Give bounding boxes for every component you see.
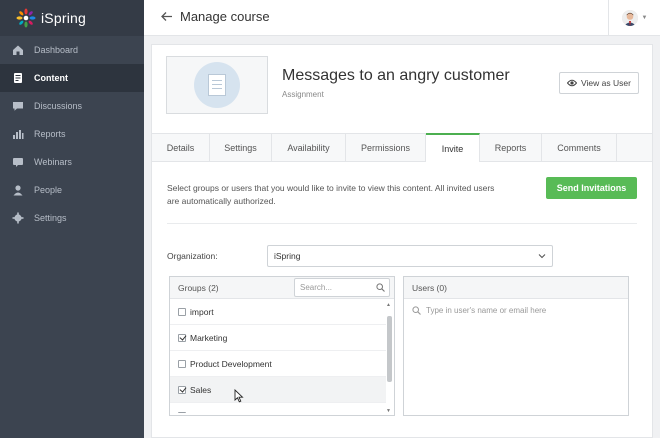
groups-panel: Groups (2) Search... import Marketing Prod… [169,276,395,416]
tab-details[interactable]: Details [152,134,210,162]
tab-permissions[interactable]: Permissions [346,134,426,162]
scroll-thumb[interactable] [387,316,392,382]
back-arrow-icon[interactable] [160,10,174,24]
group-checkbox[interactable] [178,359,186,368]
sidebar-item-label: Webinars [34,157,72,167]
groups-header: Groups (2) Search... [170,277,394,299]
send-invitations-button[interactable]: Send Invitations [546,177,637,199]
invite-description: Select groups or users that you would li… [167,183,495,206]
avatar [621,10,638,26]
content-card: Messages to an angry customer Assignment… [151,44,653,438]
app-logo[interactable]: iSpring [0,0,144,36]
divider [167,223,637,224]
mouse-cursor-icon [234,389,244,403]
scroll-down-icon[interactable]: ▼ [386,408,391,414]
group-checkbox[interactable] [178,307,186,316]
tab-bar: Details Settings Availability Permissions In… [152,133,652,162]
group-checkbox[interactable] [178,411,186,413]
tab-availability[interactable]: Availability [272,134,346,162]
group-checkbox[interactable] [178,333,186,342]
group-checkbox[interactable] [178,385,186,394]
sidebar-item-reports[interactable]: Reports [0,120,144,148]
users-search-input[interactable]: Type in user's name or email here [404,299,628,321]
tab-comments[interactable]: Comments [542,134,617,162]
discussions-icon [12,100,24,112]
content-type: Assignment [282,90,324,99]
group-label: Marketing [190,332,228,343]
sidebar-item-label: Settings [34,213,67,223]
groups-search-placeholder: Search... [300,283,333,292]
sidebar-item-label: Reports [34,129,66,139]
sidebar-item-label: Dashboard [34,45,79,55]
sidebar-item-discussions[interactable]: Discussions [0,92,144,120]
groups-search-input[interactable]: Search... [294,278,390,297]
scroll-up-icon[interactable]: ▲ [386,302,391,308]
group-label: import [190,306,214,317]
users-header-label: Users (0) [412,282,447,293]
sidebar-item-label: People [34,185,63,195]
group-row[interactable]: Marketing [170,325,386,351]
group-label: Sales [190,384,212,395]
users-header: Users (0) [404,277,628,299]
sidebar-item-label: Content [34,73,68,83]
organization-value: iSpring [274,251,301,261]
organization-label: Organization: [167,251,218,261]
users-search-placeholder: Type in user's name or email here [426,305,547,315]
webinars-icon [12,156,24,168]
group-row[interactable]: import [170,299,386,325]
sidebar-item-settings[interactable]: Settings [0,204,144,232]
search-icon [376,283,385,292]
sidebar-item-people[interactable]: People [0,176,144,204]
view-as-user-button[interactable]: View as User [559,72,639,94]
tab-invite[interactable]: Invite [426,133,480,162]
tab-reports[interactable]: Reports [480,134,542,162]
home-icon [12,44,24,56]
content-icon [12,72,24,84]
groups-header-label: Groups (2) [178,282,219,293]
group-list: import Marketing Product Development Sales t… [170,299,394,413]
sidebar-item-label: Discussions [34,101,83,111]
search-icon [412,305,421,315]
group-row[interactable]: Sales [170,377,386,403]
tab-settings[interactable]: Settings [210,134,272,162]
settings-icon [12,212,24,224]
document-icon [194,62,240,108]
group-row[interactable]: Product Development [170,351,386,377]
organization-select[interactable]: iSpring [267,245,553,267]
sidebar: iSpring Dashboard Content Discussions Repor… [0,0,144,438]
eye-icon [567,79,578,87]
users-panel: Users (0) Type in user's name or email h… [403,276,629,416]
view-as-user-label: View as User [581,78,631,88]
sidebar-item-dashboard[interactable]: Dashboard [0,36,144,64]
sidebar-item-content[interactable]: Content [0,64,144,92]
chevron-down-icon [538,254,546,259]
sidebar-item-webinars[interactable]: Webinars [0,148,144,176]
reports-icon [12,128,24,140]
people-icon [12,184,24,196]
ispring-logo-icon [16,8,36,28]
content-title: Messages to an angry customer [282,67,510,84]
page-title: Manage course [180,9,270,24]
groups-scrollbar[interactable]: ▲ ▼ [386,302,392,414]
group-label: Product Development [190,358,272,369]
content-thumbnail [166,56,268,114]
user-menu[interactable]: ▼ [608,0,660,36]
app-name: iSpring [41,10,86,26]
top-bar: Manage course ▼ [144,0,660,36]
chevron-down-icon: ▼ [641,15,648,21]
group-row[interactable]: testHW [170,403,386,413]
group-label: testHW [190,411,218,414]
